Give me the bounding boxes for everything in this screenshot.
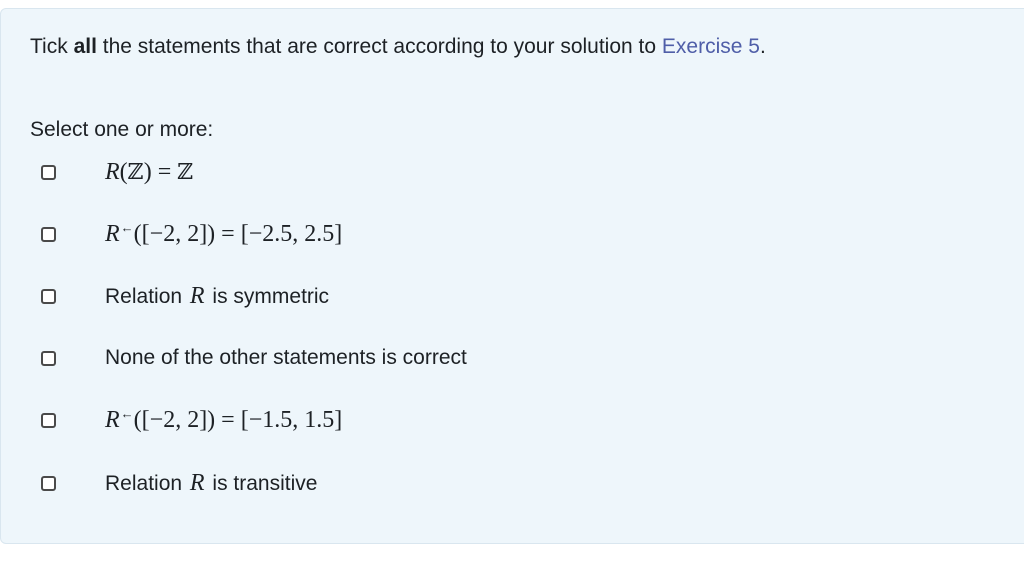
exercise-link[interactable]: Exercise 5 [662,35,760,58]
answer-prompt: Select one or more: [30,118,214,141]
option-1-checkbox[interactable] [41,164,56,180]
option-2-relation: R [105,221,120,247]
option-4-checkbox[interactable] [41,350,56,366]
option-3-checkbox[interactable] [41,288,56,304]
option-1-close-paren: ) [143,158,152,185]
option-5-expression: ([−2, 2]) = [−1.5, 1.5] [133,407,343,433]
option-1-relation: R [105,158,120,185]
option-1-integers-result: ℤ [177,159,194,185]
question-text-end: . [759,35,766,58]
option-3-label: Relation R is symmetric [105,283,329,310]
option-2-expression: ([−2, 2]) = [−2.5, 2.5] [133,221,343,247]
option-3-text-start: Relation [105,284,188,308]
option-3-relation: R [189,282,205,309]
option-3-text-end: is symmetric [206,284,330,308]
question-text: Tick all the statements that are correct… [30,33,766,61]
option-6-relation: R [189,469,205,496]
question-card: Tick all the statements that are correct… [0,8,1024,544]
question-text-emphasis: all [73,35,97,58]
question-text-middle: the statements that are correct accordin… [96,35,662,58]
option-4-label: None of the other statements is correct [105,346,467,369]
option-5-relation: R [105,407,120,433]
option-6-checkbox[interactable] [41,475,56,491]
option-6-text-start: Relation [105,471,188,495]
option-1-equals: = [151,158,178,185]
option-5-checkbox[interactable] [41,412,56,428]
option-2-label: R←([−2, 2]) = [−2.5, 2.5] [105,220,342,248]
question-text-start: Tick [30,35,74,58]
option-1-label: R(ℤ) = ℤ [105,159,193,186]
option-5-inverse-arrow: ← [120,406,134,421]
option-1-integers-symbol: ℤ [127,159,144,185]
option-2-checkbox[interactable] [41,226,56,242]
option-2-inverse-arrow: ← [120,220,134,235]
option-1-open-paren: ( [119,158,128,185]
option-6-text-end: is transitive [206,471,318,495]
option-5-label: R←([−2, 2]) = [−1.5, 1.5] [105,406,342,434]
option-6-label: Relation R is transitive [105,470,317,497]
